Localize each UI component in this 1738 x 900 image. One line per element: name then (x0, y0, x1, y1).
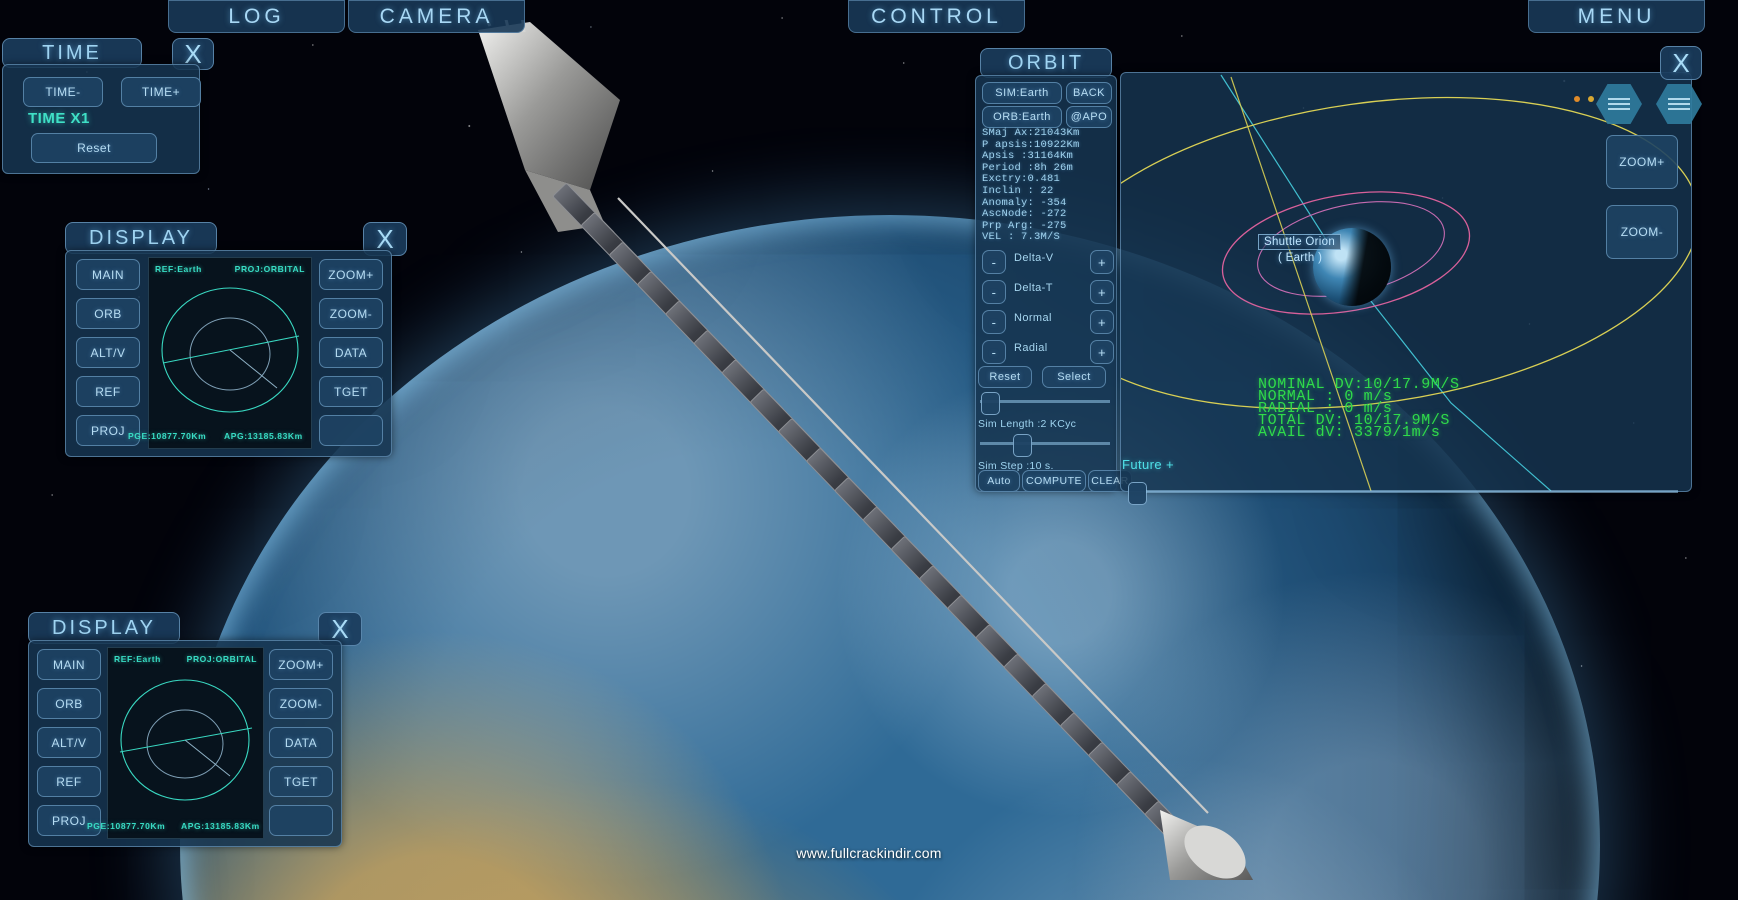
display-panel-1: MAIN ORB ALT/V REF PROJ ZOOM+ ZOOM- DATA… (65, 250, 392, 457)
display1-button-altv[interactable]: ALT/V (76, 337, 140, 368)
watermark-text: www.fullcrackindir.com (796, 845, 942, 861)
topbar-item-menu[interactable]: MENU (1528, 0, 1705, 33)
display1-button-ref[interactable]: REF (76, 376, 140, 407)
display2-button-blank[interactable] (269, 805, 333, 836)
display2-button-data[interactable]: DATA (269, 727, 333, 758)
display2-proj-label: PROJ:ORBITAL (186, 654, 257, 664)
orbit-compute-button[interactable]: COMPUTE (1022, 470, 1086, 492)
display-panel-2: MAIN ORB ALT/V REF PROJ ZOOM+ ZOOM- DATA… (28, 640, 342, 847)
orbit-apoapsis-button[interactable]: @APO (1066, 106, 1112, 128)
display2-apogee-value: APG:13185.83Km (181, 821, 260, 831)
display1-scope: REF:Earth PROJ:ORBITAL (148, 257, 312, 449)
orbit-deltav-plus-button[interactable]: + (1090, 250, 1114, 274)
display2-button-main[interactable]: MAIN (37, 649, 101, 680)
map-future-label: Future + (1122, 457, 1174, 472)
orbit-orb-body-button[interactable]: ORB:Earth (982, 106, 1062, 128)
display1-proj-label: PROJ:ORBITAL (234, 264, 305, 274)
display2-button-orb[interactable]: ORB (37, 688, 101, 719)
orbit-deltat-label: Delta-T (1014, 282, 1053, 294)
sim-length-label: Sim Length :2 KCyc (978, 418, 1077, 430)
display1-button-tget[interactable]: TGET (319, 376, 383, 407)
sim-step-slider-track[interactable] (980, 442, 1110, 445)
display1-button-orb[interactable]: ORB (76, 298, 140, 329)
display2-button-zoom-out[interactable]: ZOOM- (269, 688, 333, 719)
display2-scope: REF:Earth PROJ:ORBITAL (107, 647, 264, 839)
display1-button-blank[interactable] (319, 415, 383, 446)
map-zoom-in-button[interactable]: ZOOM+ (1606, 135, 1678, 189)
orbit-back-button[interactable]: BACK (1066, 82, 1112, 104)
display1-button-data[interactable]: DATA (319, 337, 383, 368)
satellite-body-label: ( Earth ) (1278, 252, 1323, 264)
map-timeline-track[interactable] (1146, 490, 1678, 493)
display1-apogee-value: APG:13185.83Km (224, 431, 303, 441)
orbit-deltav-label: Delta-V (1014, 252, 1054, 264)
orbit-radial-row: - Radial + (982, 338, 1114, 365)
orbit-deltav-row: - Delta-V + (982, 248, 1114, 275)
map-status-dot-orange (1574, 96, 1580, 102)
orbit-elements-readout: SMaj Ax:21043Km P apsis:10922Km Apsis :3… (982, 127, 1112, 244)
map-timeline-knob[interactable] (1128, 482, 1147, 505)
time-rate-value: TIME X1 (28, 110, 90, 127)
map-readout-avail: AVAIL dV: 3379/1m/s (1258, 424, 1441, 441)
map-close-button[interactable]: X (1660, 46, 1702, 80)
sim-step-slider-knob[interactable] (1013, 434, 1032, 457)
topbar-item-camera[interactable]: CAMERA (348, 0, 525, 33)
map-status-dot-amber (1588, 96, 1594, 102)
display1-button-zoom-in[interactable]: ZOOM+ (319, 259, 383, 290)
display1-button-main[interactable]: MAIN (76, 259, 140, 290)
topbar-item-log[interactable]: LOG (168, 0, 345, 33)
orbit-normal-row: - Normal + (982, 308, 1114, 335)
display2-ref-label: REF:Earth (114, 654, 161, 664)
orbit-radial-minus-button[interactable]: - (982, 340, 1006, 364)
display1-ref-label: REF:Earth (155, 264, 202, 274)
orbit-normal-label: Normal (1014, 312, 1052, 324)
display2-button-altv[interactable]: ALT/V (37, 727, 101, 758)
time-reset-button[interactable]: Reset (31, 133, 157, 163)
orbit-normal-minus-button[interactable]: - (982, 310, 1006, 334)
topbar-item-control[interactable]: CONTROL (848, 0, 1025, 33)
orbit-element-inclin: Inclin : 22 (982, 184, 1054, 197)
map-zoom-out-button[interactable]: ZOOM- (1606, 205, 1678, 259)
orbit-select-button[interactable]: Select (1042, 366, 1106, 388)
orbit-radial-plus-button[interactable]: + (1090, 340, 1114, 364)
orbit-radial-label: Radial (1014, 342, 1048, 354)
display2-button-tget[interactable]: TGET (269, 766, 333, 797)
orbit-element-ascnode: AscNode: -272 (982, 208, 1067, 221)
satellite-name-label: Shuttle Orion (1258, 234, 1342, 250)
orbit-element-vel: VEL : 7.3M/S (982, 231, 1061, 244)
sim-length-slider-knob[interactable] (981, 392, 1000, 415)
display2-button-zoom-in[interactable]: ZOOM+ (269, 649, 333, 680)
display2-perigee-value: PGE:10877.70Km (87, 821, 166, 831)
time-decrease-button[interactable]: TIME- (23, 77, 103, 107)
orbit-sim-body-button[interactable]: SIM:Earth (982, 82, 1062, 104)
orbit-reset-button[interactable]: Reset (978, 366, 1032, 388)
orbit-deltat-minus-button[interactable]: - (982, 280, 1006, 304)
display1-button-zoom-out[interactable]: ZOOM- (319, 298, 383, 329)
orbit-auto-button[interactable]: Auto (978, 470, 1020, 492)
orbit-element-smaj: SMaj Ax:21043Km (982, 127, 1080, 139)
orbit-deltat-plus-button[interactable]: + (1090, 280, 1114, 304)
orbit-deltav-minus-button[interactable]: - (982, 250, 1006, 274)
display1-perigee-value: PGE:10877.70Km (128, 431, 207, 441)
time-increase-button[interactable]: TIME+ (121, 77, 201, 107)
display2-button-ref[interactable]: REF (37, 766, 101, 797)
orbit-panel-title: ORBIT (980, 48, 1112, 78)
orbit-normal-plus-button[interactable]: + (1090, 310, 1114, 334)
orbit-deltat-row: - Delta-T + (982, 278, 1114, 305)
